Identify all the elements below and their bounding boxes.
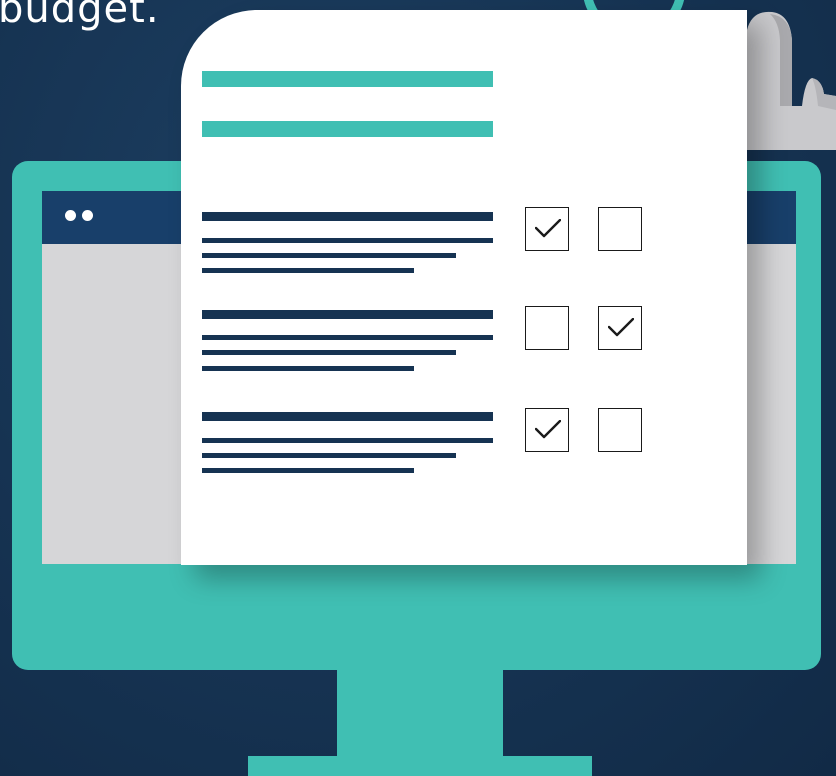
text-line-placeholder	[202, 238, 493, 243]
heading-placeholder-bar	[202, 121, 493, 137]
checkbox-right-1[interactable]	[598, 207, 642, 251]
text-line-placeholder	[202, 412, 493, 421]
checkbox-right-2[interactable]	[598, 306, 642, 350]
monitor-stand-neck	[337, 668, 503, 768]
window-dot-icon	[82, 210, 93, 221]
scroll-curl-icon	[747, 11, 836, 151]
checkbox-left-3[interactable]	[525, 408, 569, 452]
text-line-placeholder	[202, 350, 456, 355]
headline-text: budget.	[0, 0, 160, 32]
checkmark-icon	[535, 219, 561, 238]
text-line-placeholder	[202, 366, 414, 371]
text-line-placeholder	[202, 268, 414, 273]
text-line-placeholder	[202, 453, 456, 458]
text-line-placeholder	[202, 438, 493, 443]
heading-placeholder-bar	[202, 71, 493, 87]
text-line-placeholder	[202, 310, 493, 319]
text-line-placeholder	[202, 253, 456, 258]
text-line-placeholder	[202, 335, 493, 340]
checklist-document	[181, 10, 747, 565]
window-dot-icon	[65, 210, 76, 221]
text-line-placeholder	[202, 212, 493, 221]
text-line-placeholder	[202, 468, 414, 473]
checkbox-left-1[interactable]	[525, 207, 569, 251]
checkbox-right-3[interactable]	[598, 408, 642, 452]
monitor-stand-base	[248, 756, 592, 776]
checkbox-left-2[interactable]	[525, 306, 569, 350]
checkmark-icon	[535, 420, 561, 439]
checkmark-icon	[608, 318, 634, 337]
